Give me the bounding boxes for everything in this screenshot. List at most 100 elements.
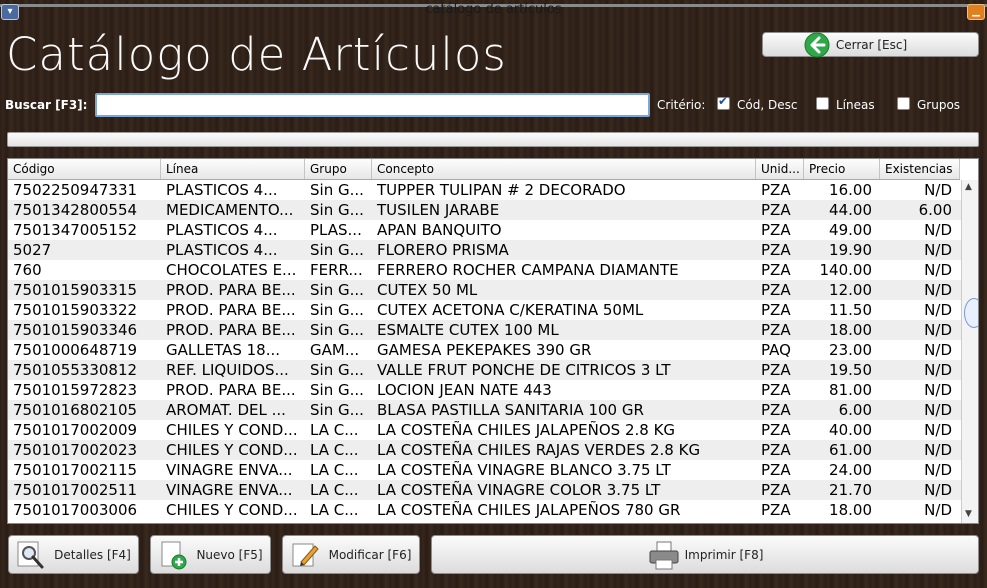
table-row[interactable]: 7501055330812 REF. LIQUIDOS... Sin G... VAL… [8, 360, 963, 380]
cell-concept: CUTEX 50 ML [377, 281, 478, 299]
cell-concept: TUPPER TULIPAN # 2 DECORADO [377, 181, 626, 199]
column-header-line[interactable]: Línea [161, 159, 305, 179]
cell-group: GAM... [310, 341, 360, 359]
scroll-thumb[interactable] [964, 298, 978, 328]
table-row[interactable]: 7501015903346 PROD. PARA BE... Sin G... ESM… [8, 320, 963, 340]
search-input[interactable] [95, 93, 650, 117]
table-row[interactable]: 7501000648719 GALLETAS 18... GAM... GAMESA … [8, 340, 963, 360]
criteria-label: Critério: [657, 98, 706, 112]
cell-code: 7501015903315 [13, 281, 138, 299]
cell-code: 760 [13, 261, 42, 279]
edit-button[interactable]: Modificar [F6] [282, 535, 420, 574]
cell-stock: N/D [924, 221, 952, 239]
cell-price: 40.00 [829, 421, 872, 439]
cell-unit: PZA [761, 461, 791, 479]
cell-code: 7501015903322 [13, 301, 138, 319]
cell-unit: PZA [761, 241, 791, 259]
window-title: catálogo de artículos [425, 2, 562, 17]
printer-icon [647, 540, 681, 570]
cell-code: 7501000648719 [13, 341, 138, 359]
new-document-icon [158, 540, 188, 570]
column-header-price[interactable]: Precio [804, 159, 880, 179]
cell-stock: N/D [924, 501, 952, 519]
cell-price: 6.00 [838, 401, 872, 419]
table-row[interactable]: 7502250947331 PLASTICOS 4... Sin G... TUPPE… [8, 180, 963, 200]
table-row[interactable]: 760 CHOCOLATES E... FERR... FERRERO ROCHER … [8, 260, 963, 280]
window-menu-icon[interactable]: ▾ [1, 4, 19, 20]
table-row[interactable]: 5027 PLASTICOS 4... Sin G... FLORERO PRISMA… [8, 240, 963, 260]
cell-price: 12.00 [829, 281, 872, 299]
vertical-scrollbar[interactable]: ▲ ▼ [961, 180, 978, 523]
cell-group: Sin G... [310, 361, 364, 379]
details-button[interactable]: Detalles [F4] [8, 535, 139, 574]
articles-table[interactable]: Código Línea Grupo Concepto Unid... Prec… [7, 158, 979, 524]
cell-price: 18.00 [829, 321, 872, 339]
column-header-code[interactable]: Código [8, 159, 161, 179]
cell-line: CHILES Y COND... [166, 421, 298, 439]
new-button[interactable]: Nuevo [F5] [150, 535, 271, 574]
cell-concept: LA COSTEÑA CHILES JALAPEÑOS 780 GR [377, 501, 681, 519]
cell-group: Sin G... [310, 241, 364, 259]
cell-code: 7501342800554 [13, 201, 138, 219]
cell-group: Sin G... [310, 201, 364, 219]
table-row[interactable]: 7501017002511 VINAGRE ENVA... LA C... LA CO… [8, 480, 963, 500]
cell-price: 19.50 [829, 361, 872, 379]
cell-concept: FERRERO ROCHER CAMPANA DIAMANTE [377, 261, 679, 279]
cell-stock: N/D [924, 461, 952, 479]
column-header-stock[interactable]: Existencias [880, 159, 960, 179]
column-header-unit[interactable]: Unid... [756, 159, 804, 179]
cell-stock: N/D [924, 361, 952, 379]
cell-concept: APAN BANQUITO [377, 221, 502, 239]
table-row[interactable]: 7501017002023 CHILES Y COND... LA C... LA C… [8, 440, 963, 460]
table-row[interactable]: 7501347005152 PLASTICOS 4... PLAS... APAN B… [8, 220, 963, 240]
cell-price: 23.00 [829, 341, 872, 359]
table-row[interactable]: 7501342800554 MEDICAMENTO... Sin G... TUSIL… [8, 200, 963, 220]
cell-concept: TUSILEN JARABE [377, 201, 500, 219]
cell-code: 7501015903346 [13, 321, 138, 339]
criteria-lines-checkbox[interactable] [816, 97, 829, 110]
criteria-groups-label: Grupos [917, 98, 961, 112]
details-button-label: Detalles [F4] [54, 547, 131, 562]
cell-unit: PZA [761, 261, 791, 279]
cell-line: PROD. PARA BE... [166, 381, 296, 399]
table-row[interactable]: 7501015972823 PROD. PARA BE... Sin G... LOC… [8, 380, 963, 400]
cell-unit: PZA [761, 181, 791, 199]
cell-price: 44.00 [829, 201, 872, 219]
scroll-down-icon[interactable]: ▼ [965, 509, 972, 519]
table-header: Código Línea Grupo Concepto Unid... Prec… [8, 159, 960, 180]
criteria-groups-checkbox[interactable] [897, 97, 910, 110]
column-header-concept[interactable]: Concepto [372, 159, 756, 179]
column-header-group[interactable]: Grupo [305, 159, 372, 179]
magnifier-icon [16, 540, 46, 570]
cell-code: 7501017002511 [13, 481, 138, 499]
close-button[interactable]: Cerrar [Esc] [762, 32, 979, 57]
table-row[interactable]: 7501017003006 CHILES Y COND... LA C... LA C… [8, 500, 963, 520]
cell-group: Sin G... [310, 321, 364, 339]
cell-line: PROD. PARA BE... [166, 301, 296, 319]
criteria-code-desc-checkbox[interactable]: ✔ [717, 94, 730, 110]
cell-unit: PZA [761, 201, 791, 219]
cell-line: PLASTICOS 4... [166, 181, 278, 199]
cell-concept: LA COSTEÑA VINAGRE COLOR 3.75 LT [377, 481, 661, 499]
cell-unit: PZA [761, 381, 791, 399]
cell-price: 24.00 [829, 461, 872, 479]
cell-concept: BLASA PASTILLA SANITARIA 100 GR [377, 401, 644, 419]
print-button[interactable]: Imprimir [F8] [431, 535, 979, 574]
scroll-up-icon[interactable]: ▲ [965, 182, 972, 192]
cell-price: 21.70 [829, 481, 872, 499]
cell-stock: N/D [924, 301, 952, 319]
criteria-lines-label: Líneas [836, 98, 875, 112]
cell-group: LA C... [310, 501, 359, 519]
window-minimize-icon[interactable]: ▁ [967, 4, 985, 20]
cell-unit: PZA [761, 281, 791, 299]
cell-group: FERR... [310, 261, 363, 279]
table-row[interactable]: 7501016802105 AROMAT. DEL ... Sin G... BLAS… [8, 400, 963, 420]
table-row[interactable]: 7501017002009 CHILES Y COND... LA C... LA C… [8, 420, 963, 440]
cell-stock: N/D [924, 241, 952, 259]
table-row[interactable]: 7501017002115 VINAGRE ENVA... LA C... LA CO… [8, 460, 963, 480]
table-row[interactable]: 7501015903322 PROD. PARA BE... Sin G... CUT… [8, 300, 963, 320]
cell-unit: PAQ [761, 341, 791, 359]
criteria-code-desc-label: Cód, Desc [737, 98, 798, 112]
cell-stock: 6.00 [918, 201, 952, 219]
table-row[interactable]: 7501015903315 PROD. PARA BE... Sin G... CUT… [8, 280, 963, 300]
